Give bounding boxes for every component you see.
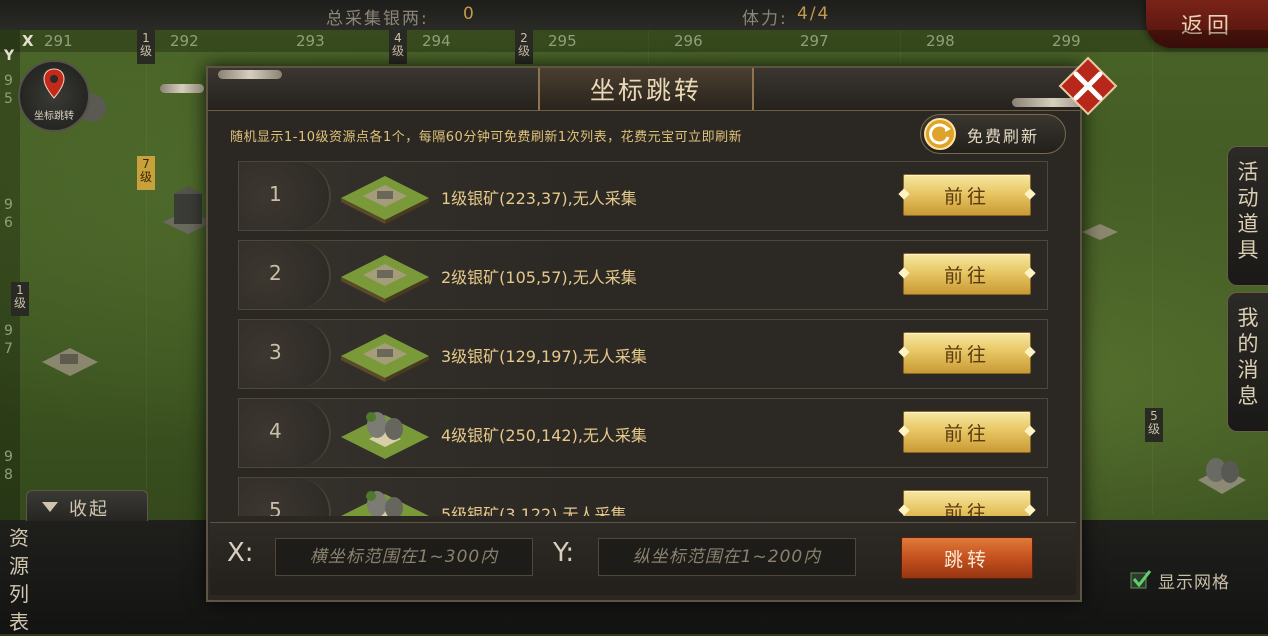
- rock-mine-icon: [341, 491, 429, 516]
- resource-description: 4级银矿(250,142),无人采集: [441, 426, 647, 445]
- row-number: 1: [269, 182, 282, 206]
- x-tick: 299: [1052, 32, 1081, 50]
- map-grid-line: [146, 30, 147, 514]
- header-ornament: [218, 70, 282, 79]
- free-refresh-button[interactable]: 免费刷新: [920, 114, 1066, 154]
- collect-value: 0: [463, 4, 476, 24]
- x-axis-label: X: [22, 32, 34, 50]
- collect-label: 总采集银两:: [326, 9, 429, 29]
- stamina-value: 4/4: [797, 4, 831, 24]
- y-coordinate-ruler: Y 95 96 97 98: [0, 30, 20, 520]
- x-tick: 297: [800, 32, 829, 50]
- y-axis-label: Y: [4, 48, 15, 64]
- x-tick: 298: [926, 32, 955, 50]
- x-tick: 294: [422, 32, 451, 50]
- x-coordinate-ruler: X 291 292 293 294 295 296 297 298 299: [0, 30, 1268, 52]
- silver-mine-icon: [341, 334, 429, 382]
- silver-mine-icon: [341, 255, 429, 303]
- activity-items-label: 活动道具: [1237, 160, 1259, 262]
- level-flag[interactable]: 4级: [389, 30, 407, 64]
- row-number-cell: 3: [239, 320, 331, 388]
- resource-description: 5级银矿(3,122),无人采集: [441, 505, 627, 516]
- resource-description: 3级银矿(129,197),无人采集: [441, 347, 647, 366]
- x-tick: 292: [170, 32, 199, 50]
- list-item: 4 4级银矿(250,142),无人采集 前往: [238, 398, 1048, 468]
- goto-button[interactable]: 前往: [898, 490, 1036, 517]
- resource-description: 2级银矿(105,57),无人采集: [441, 268, 637, 287]
- activity-items-button[interactable]: 活动道具: [1227, 146, 1268, 286]
- x-tick: 291: [44, 32, 73, 50]
- show-grid-label: 显示网格: [1158, 573, 1230, 593]
- map-pin-icon: [43, 68, 65, 99]
- top-status-bar: 总采集银两: 0 体力: 4/4: [0, 0, 1268, 30]
- y-tick: 95: [4, 73, 13, 107]
- y-tick: 97: [4, 323, 13, 357]
- map-mine-icon[interactable]: [1080, 220, 1120, 244]
- goto-button[interactable]: 前往: [898, 411, 1036, 453]
- resource-list-tab[interactable]: 资源列表: [6, 524, 32, 636]
- row-number-cell: 5: [239, 478, 331, 516]
- level-flag[interactable]: 5级: [1145, 408, 1163, 442]
- level-flag[interactable]: 2级: [515, 30, 533, 64]
- goto-button[interactable]: 前往: [898, 174, 1036, 216]
- row-number-cell: 1: [239, 162, 331, 230]
- map-rock-mine-icon[interactable]: [1196, 450, 1248, 498]
- resource-description: 1级银矿(223,37),无人采集: [441, 189, 637, 208]
- goto-label: 前往: [943, 264, 990, 287]
- y-coordinate-input[interactable]: 纵坐标范围在1~200内: [598, 538, 856, 576]
- level-flag[interactable]: 7级: [137, 156, 155, 190]
- collapse-label: 收起: [69, 499, 109, 520]
- level-flag[interactable]: 1级: [11, 282, 29, 316]
- refresh-icon: [924, 118, 956, 150]
- list-item: 2 2级银矿(105,57),无人采集 前往: [238, 240, 1048, 310]
- x-coordinate-input[interactable]: 横坐标范围在1~300内: [275, 538, 533, 576]
- row-number: 3: [269, 340, 282, 364]
- my-messages-button[interactable]: 我的消息: [1227, 292, 1268, 432]
- y-input-label: Y:: [553, 538, 575, 568]
- rock-mine-icon: [341, 412, 429, 459]
- level-flag[interactable]: 1级: [137, 30, 155, 64]
- stamina-label: 体力:: [742, 9, 788, 29]
- collapse-button[interactable]: 收起: [26, 490, 148, 521]
- x-tick: 296: [674, 32, 703, 50]
- jump-button[interactable]: 跳转: [901, 537, 1033, 579]
- refresh-notice: 随机显示1-10级资源点各1个，每隔60分钟可免费刷新1次列表，花费元宝可立即刷…: [230, 130, 743, 145]
- header-ornament: [160, 84, 204, 93]
- goto-button[interactable]: 前往: [898, 253, 1036, 295]
- list-item: 1 1级银矿(223,37),无人采集 前往: [238, 161, 1048, 231]
- row-number: 5: [269, 498, 282, 516]
- coordinate-jump-shortcut[interactable]: 坐标跳转: [18, 60, 90, 132]
- goto-label: 前往: [943, 343, 990, 366]
- row-number: 2: [269, 261, 282, 285]
- x-tick: 293: [296, 32, 325, 50]
- goto-label: 前往: [943, 422, 990, 445]
- dialog-header: 坐标跳转: [208, 68, 1080, 111]
- dialog-title: 坐标跳转: [538, 68, 754, 110]
- x-input-label: X:: [227, 538, 254, 568]
- map-mine-icon[interactable]: [40, 340, 100, 380]
- row-number-cell: 4: [239, 399, 331, 467]
- row-number-cell: 2: [239, 241, 331, 309]
- chevron-down-icon: [41, 498, 59, 519]
- x-tick: 295: [548, 32, 577, 50]
- checkmark-icon: [1130, 570, 1152, 589]
- y-tick: 96: [4, 197, 13, 231]
- list-item: 3 3级银矿(129,197),无人采集 前往: [238, 319, 1048, 389]
- goto-label: 前往: [943, 185, 990, 208]
- close-icon[interactable]: [1058, 56, 1118, 116]
- free-refresh-label: 免费刷新: [967, 127, 1040, 146]
- row-number: 4: [269, 419, 282, 443]
- my-messages-label: 我的消息: [1237, 306, 1259, 408]
- goto-label: 前往: [943, 501, 990, 517]
- silver-mine-icon: [341, 176, 429, 224]
- y-tick: 98: [4, 449, 13, 483]
- goto-button[interactable]: 前往: [898, 332, 1036, 374]
- locator-label: 坐标跳转: [34, 111, 74, 122]
- resource-point-list[interactable]: 1 1级银矿(223,37),无人采集 前往 2 2级银矿(105,57),无人…: [226, 156, 1058, 516]
- list-item: 5 5级银矿(3,122),无人采集 前往: [238, 477, 1048, 516]
